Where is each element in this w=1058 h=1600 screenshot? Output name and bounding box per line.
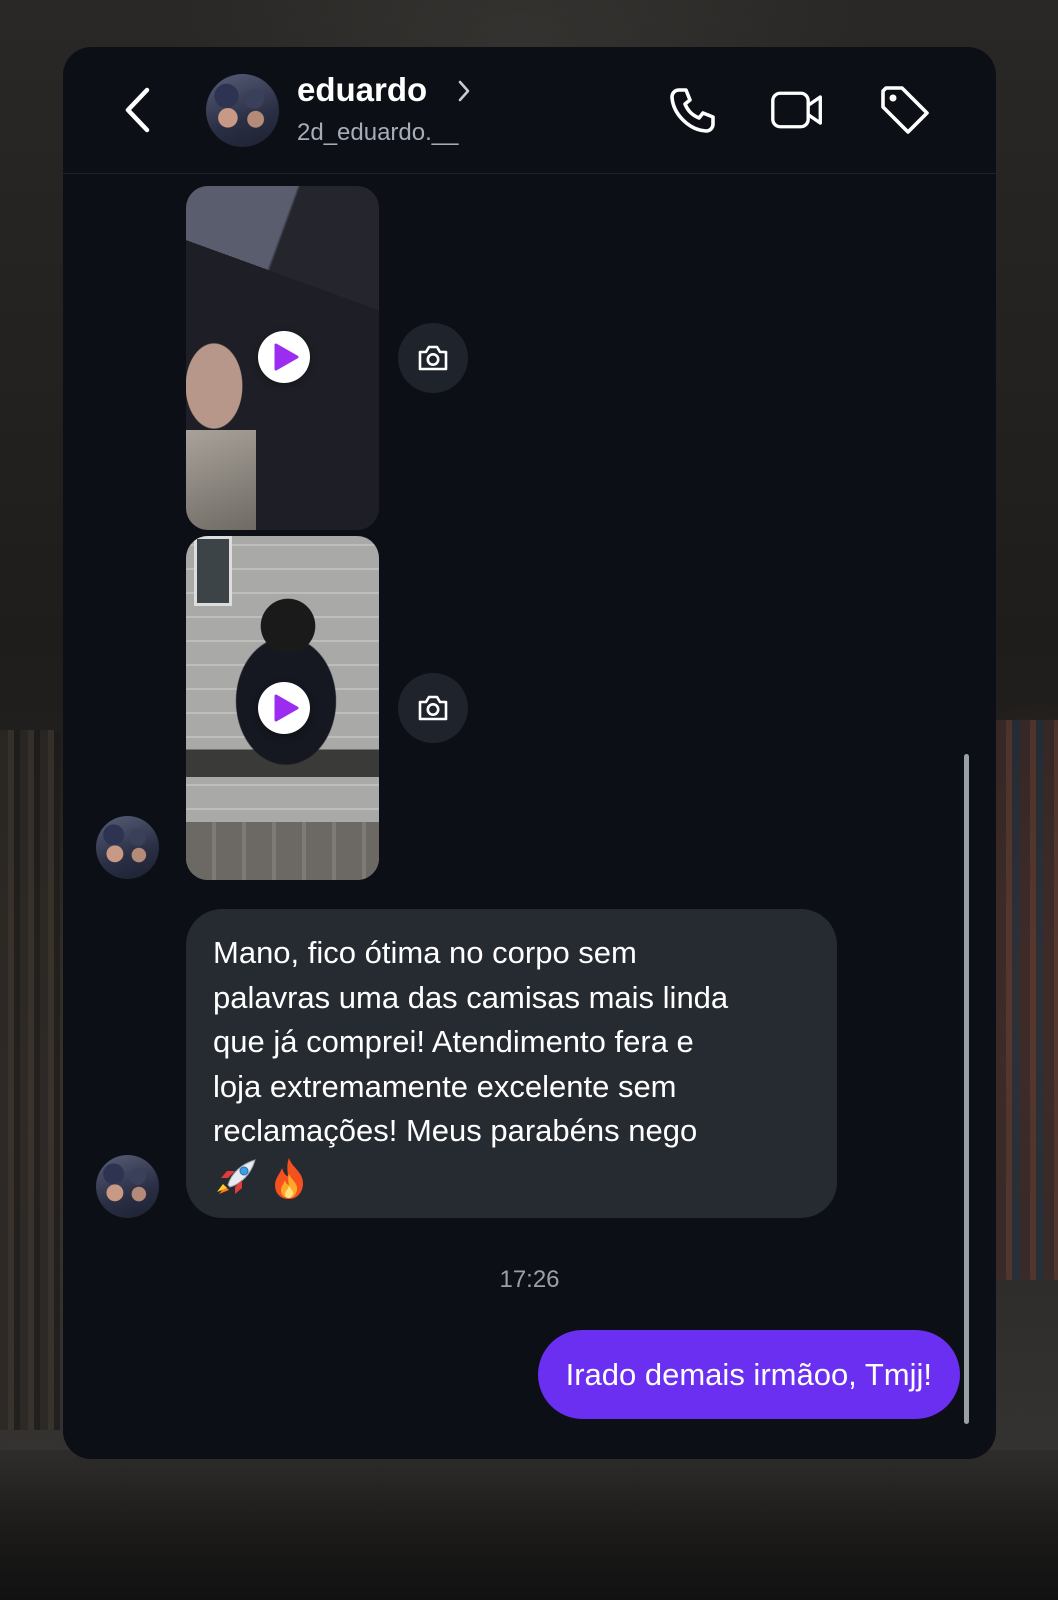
incoming-message-bubble[interactable]: Mano, fico ótima no corpo sem palavras u…: [186, 909, 837, 1218]
chat-header: eduardo 2d_eduardo.__: [63, 47, 996, 174]
play-button[interactable]: [258, 331, 310, 383]
background-floor: [0, 1450, 1058, 1600]
background-clothing-rack-left: [0, 730, 60, 1430]
camera-icon: [418, 695, 448, 721]
contact-handle: 2d_eduardo.__: [297, 119, 459, 146]
tag-icon[interactable]: [878, 83, 932, 137]
message-line: Mano, fico ótima no corpo sem: [213, 935, 637, 970]
contact-name[interactable]: eduardo: [297, 71, 427, 109]
outgoing-message-bubble[interactable]: Irado demais irmãoo, Tmjj!: [537, 1330, 960, 1419]
message-list[interactable]: Mano, fico ótima no corpo sem palavras u…: [63, 174, 996, 1459]
camera-reply-button[interactable]: [398, 673, 468, 743]
camera-icon: [418, 345, 448, 371]
chevron-right-icon[interactable]: [457, 79, 471, 103]
emoji-row: [213, 1154, 809, 1200]
message-timestamp: 17:26: [499, 1266, 560, 1293]
contact-avatar[interactable]: [206, 74, 279, 147]
phone-icon[interactable]: [665, 83, 719, 137]
message-line: palavras uma das camisas mais linda: [213, 979, 729, 1015]
play-icon: [274, 343, 299, 371]
fire-emoji: [275, 1157, 304, 1199]
video-camera-icon[interactable]: [770, 83, 824, 137]
message-line: reclamações! Meus parabéns nego: [213, 1113, 698, 1148]
video-message-thumbnail[interactable]: [186, 536, 379, 880]
rocket-emoji: [217, 1158, 256, 1194]
sender-avatar[interactable]: [96, 816, 159, 879]
chat-panel: eduardo 2d_eduardo.__ Mano, fico ótima n…: [63, 47, 996, 1459]
play-icon: [274, 694, 299, 722]
scrollbar[interactable]: [964, 754, 969, 1424]
message-line: loja extremamente excelente sem: [213, 1068, 677, 1104]
back-icon[interactable]: [123, 85, 153, 135]
message-line: que já comprei! Atendimento fera e: [213, 1024, 694, 1059]
camera-reply-button[interactable]: [398, 323, 468, 393]
sender-avatar[interactable]: [96, 1155, 159, 1218]
video-message-thumbnail[interactable]: [186, 186, 379, 530]
play-button[interactable]: [258, 682, 310, 734]
background-clothing-rack-right: [996, 720, 1058, 1280]
